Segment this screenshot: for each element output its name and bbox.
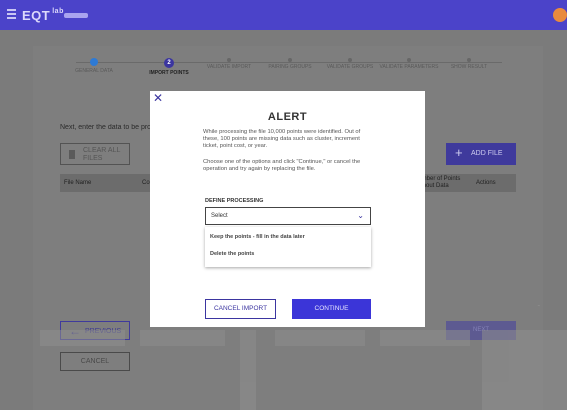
option-keep-points[interactable]: Keep the points - fill in the data later <box>210 234 305 240</box>
arrow-left-icon: ← <box>69 324 81 338</box>
define-processing-label: DEFINE PROCESSING <box>205 198 264 204</box>
previous-label: PREVIOUS <box>85 328 122 335</box>
logo-sub: lab <box>52 8 64 15</box>
cancel-button[interactable]: CANCEL <box>60 352 130 371</box>
step-validate-groups[interactable]: VALIDATE GROUPS <box>320 58 380 70</box>
step-number: 2 <box>164 58 174 68</box>
modal-message: While processing the file 10,000 points … <box>203 129 361 149</box>
clear-all-label: CLEAR ALL FILES <box>83 147 121 162</box>
close-icon[interactable]: ✕ <box>153 92 163 104</box>
next-button[interactable]: NEXT <box>446 321 516 340</box>
modal-instructions: Choose one of the options and click "Con… <box>203 159 361 172</box>
logo-text: EQT <box>22 8 51 23</box>
col-file-name[interactable]: File Name <box>64 180 91 186</box>
trash-icon <box>69 150 75 159</box>
step-show-result[interactable]: SHOW RESULT <box>439 58 499 70</box>
step-validate-parameters[interactable]: VALIDATE PARAMETERS <box>379 58 439 70</box>
menu-icon[interactable] <box>7 9 16 19</box>
define-processing-select[interactable]: Select ⌄ <box>205 207 371 225</box>
add-file-button[interactable]: + ADD FILE <box>446 143 516 165</box>
app-logo[interactable]: EQT lab <box>22 8 64 23</box>
step-import-points[interactable]: 2 IMPORT POINTS <box>139 58 199 76</box>
chevron-down-icon: ⌄ <box>357 211 364 220</box>
col-actions[interactable]: Actions <box>476 180 496 186</box>
select-options-menu: Keep the points - fill in the data later… <box>205 227 371 267</box>
step-done-dot <box>90 58 98 66</box>
step-validate-import[interactable]: VALIDATE IMPORT <box>199 58 259 70</box>
modal-title: ALERT <box>267 111 308 123</box>
alert-modal: ✕ ALERT While processing the file 10,000… <box>150 91 425 327</box>
clear-all-files-button[interactable]: CLEAR ALL FILES <box>60 143 130 165</box>
intro-text: Next, enter the data to be processed <box>60 124 152 131</box>
step-general-data[interactable]: GENERAL DATA <box>64 58 124 74</box>
step-pairing-groups[interactable]: PAIRING GROUPS <box>260 58 320 70</box>
cancel-import-button[interactable]: CANCEL IMPORT <box>205 299 276 319</box>
add-file-label: ADD FILE <box>471 150 503 157</box>
select-value: Select <box>211 213 228 219</box>
avatar[interactable] <box>553 8 567 22</box>
previous-button[interactable]: ← PREVIOUS <box>60 321 130 340</box>
option-delete-points[interactable]: Delete the points <box>210 251 254 257</box>
col-co[interactable]: Co <box>142 180 150 186</box>
wizard-stepper: GENERAL DATA 2 IMPORT POINTS VALIDATE IMP… <box>40 58 535 86</box>
continue-button[interactable]: CONTINUE <box>292 299 371 319</box>
top-bar: EQT lab <box>0 0 567 30</box>
logo-mark <box>64 13 88 18</box>
plus-icon: + <box>455 145 463 160</box>
